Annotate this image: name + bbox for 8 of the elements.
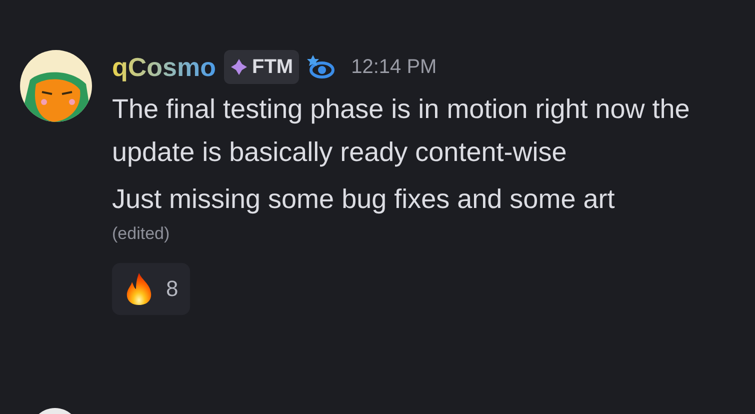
diamond-icon xyxy=(230,58,248,76)
edited-label: (edited) xyxy=(112,223,171,245)
message-text: Just missing some bug fixes and some art xyxy=(112,183,616,216)
reaction-button[interactable]: 8 xyxy=(112,262,190,314)
fire-icon xyxy=(124,272,154,306)
tag-label: FTM xyxy=(252,55,294,80)
timestamp: 12:14 PM xyxy=(351,55,437,80)
message-text: The final testing phase is in motion right now the update is basically ready content-wise xyxy=(112,93,691,169)
